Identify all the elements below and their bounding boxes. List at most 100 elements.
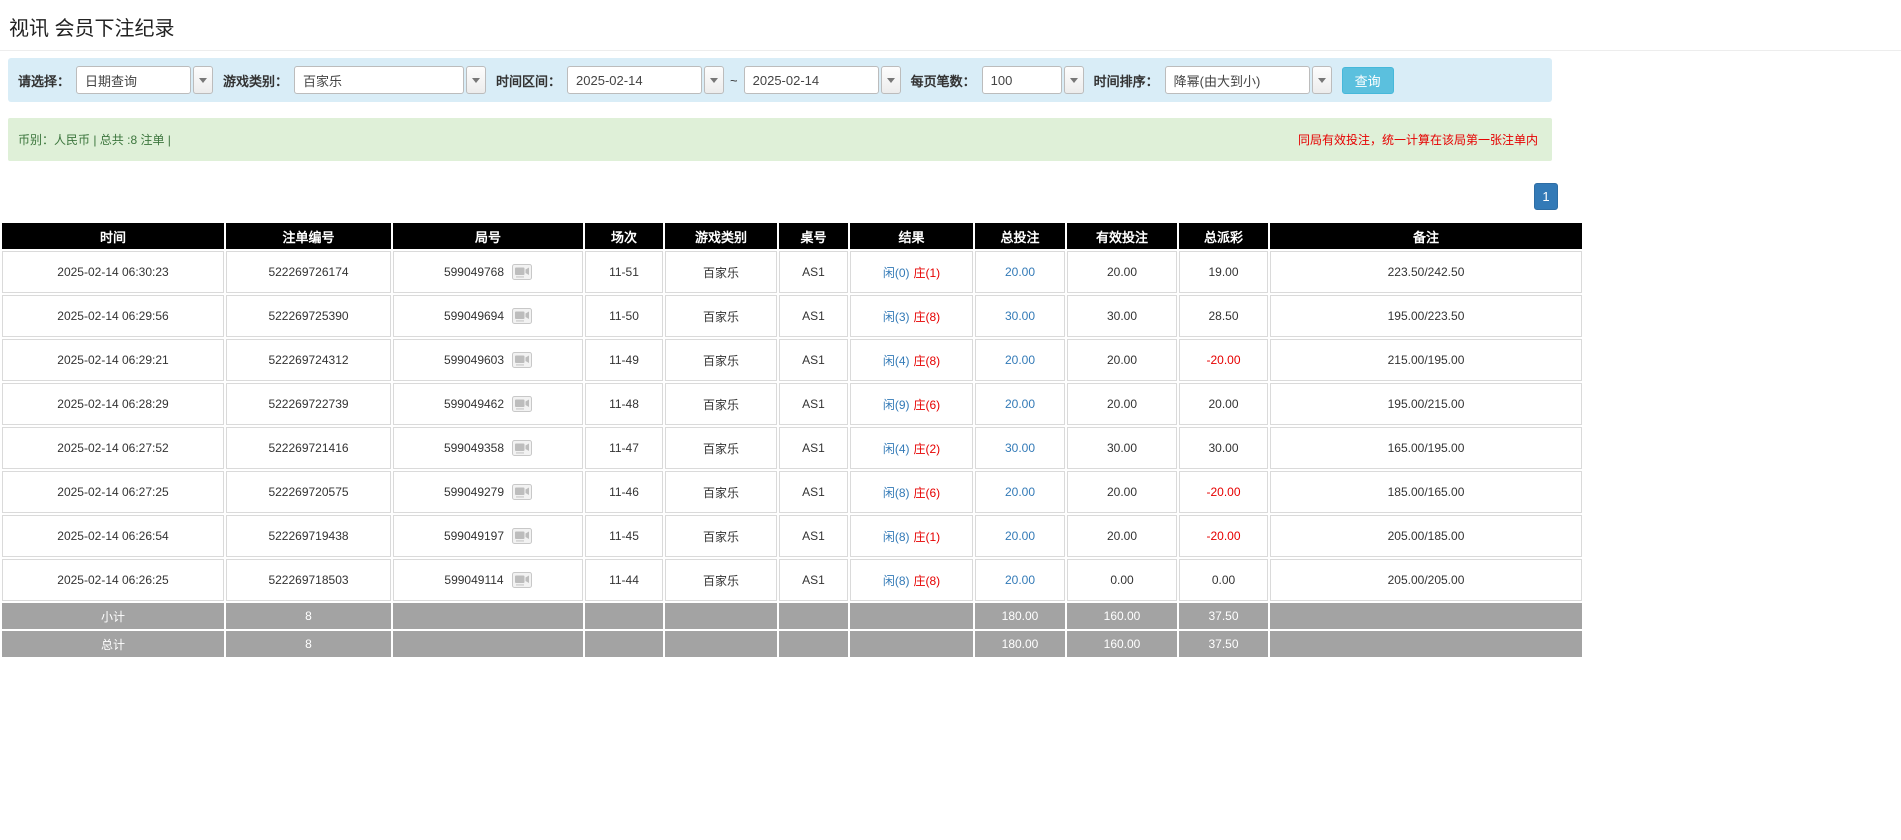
- video-replay-icon[interactable]: [511, 572, 532, 588]
- total-bet-link[interactable]: 20.00: [1005, 529, 1035, 543]
- currency-total-text: 币别：人民币 | 总共 :8 注单 |: [18, 133, 171, 147]
- date-from-dropdown-button[interactable]: [704, 66, 725, 94]
- cell-remark: 195.00/215.00: [1270, 383, 1582, 425]
- sort-input[interactable]: [1164, 66, 1310, 94]
- date-to-dropdown-button[interactable]: [880, 66, 901, 94]
- cell-bet-id: 522269721416: [226, 427, 391, 469]
- total-bet-link[interactable]: 30.00: [1005, 309, 1035, 323]
- cell-bet-id: 522269725390: [226, 295, 391, 337]
- round-id-text: 599049358: [443, 441, 505, 455]
- cell-round-id: 599049768: [393, 251, 583, 293]
- table-row: 2025-02-14 06:26:54 522269719438 5990491…: [2, 515, 1582, 557]
- cell-payout: 20.00: [1179, 383, 1268, 425]
- game-type-input[interactable]: [294, 66, 465, 94]
- video-replay-icon[interactable]: [512, 484, 533, 500]
- page-size-dropdown-button[interactable]: [1063, 66, 1084, 94]
- cell-time: 2025-02-14 06:29:56: [2, 295, 224, 337]
- result-banker: 庄(8): [913, 353, 941, 368]
- result-player: 闲(8): [882, 529, 910, 544]
- cell-session: 11-50: [585, 295, 663, 337]
- round-id-text: 599049114: [444, 573, 504, 587]
- cell-game-type: 百家乐: [665, 383, 777, 425]
- cell-round-id: 599049603: [393, 339, 583, 381]
- sort-dropdown-button[interactable]: [1311, 66, 1332, 94]
- video-replay-icon[interactable]: [512, 264, 533, 280]
- col-header-result: 结果: [850, 223, 973, 249]
- date-to-input[interactable]: [743, 66, 879, 94]
- empty-cell: [665, 603, 777, 629]
- result-banker: 庄(1): [913, 529, 941, 544]
- empty-cell: [850, 603, 973, 629]
- col-header-bet-id: 注单编号: [226, 223, 391, 249]
- query-type-input[interactable]: [76, 66, 192, 94]
- round-id-text: 599049279: [443, 485, 505, 499]
- result-player: 闲(4): [882, 353, 910, 368]
- cell-result: 闲(8) 庄(6): [850, 471, 973, 513]
- cell-total-bet: 30.00: [975, 295, 1065, 337]
- video-replay-icon[interactable]: [512, 396, 533, 412]
- subtotal-count: 8: [226, 603, 391, 629]
- cell-result: 闲(4) 庄(8): [850, 339, 973, 381]
- col-header-session: 场次: [585, 223, 663, 249]
- empty-cell: [665, 631, 777, 657]
- valid-bet-notice: 同局有效投注，统一计算在该局第一张注单内: [1297, 133, 1538, 147]
- search-button[interactable]: 查询: [1341, 66, 1394, 94]
- chevron-down-icon: [710, 77, 719, 83]
- total-row: 总计 8 180.00 160.00 37.50: [2, 631, 1582, 657]
- cell-valid-bet: 20.00: [1067, 471, 1177, 513]
- cell-payout: 19.00: [1179, 251, 1268, 293]
- cell-round-id: 599049358: [393, 427, 583, 469]
- video-replay-icon[interactable]: [512, 528, 533, 544]
- video-replay-icon[interactable]: [512, 308, 533, 324]
- result-player: 闲(8): [882, 485, 910, 500]
- cell-valid-bet: 30.00: [1067, 427, 1177, 469]
- table-header-row: 时间 注单编号 局号 场次 游戏类别 桌号 结果 总投注 有效投注 总派彩 备注: [2, 223, 1582, 249]
- empty-cell: [393, 631, 583, 657]
- cell-bet-id: 522269722739: [226, 383, 391, 425]
- page-size-input[interactable]: [981, 66, 1062, 94]
- cell-round-id: 599049279: [393, 471, 583, 513]
- total-bet-link[interactable]: 20.00: [1005, 573, 1035, 587]
- total-bet-link[interactable]: 20.00: [1005, 397, 1035, 411]
- result-player: 闲(4): [882, 441, 910, 456]
- total-bet-link[interactable]: 30.00: [1005, 441, 1035, 455]
- cell-time: 2025-02-14 06:29:21: [2, 339, 224, 381]
- content: 请选择： 游戏类别： 时间区间： ~ 每页笔数： 时间排序：: [0, 58, 1582, 659]
- table-row: 2025-02-14 06:29:56 522269725390 5990496…: [2, 295, 1582, 337]
- summary-bar: 币别：人民币 | 总共 :8 注单 | 同局有效投注，统一计算在该局第一张注单内: [8, 118, 1552, 161]
- query-type-dropdown-button[interactable]: [193, 66, 214, 94]
- cell-bet-id: 522269718503: [226, 559, 391, 601]
- video-replay-icon[interactable]: [512, 440, 533, 456]
- video-replay-icon[interactable]: [512, 352, 533, 368]
- total-bet-link[interactable]: 20.00: [1005, 353, 1035, 367]
- total-payout: 37.50: [1179, 631, 1268, 657]
- cell-session: 11-46: [585, 471, 663, 513]
- cell-total-bet: 20.00: [975, 559, 1065, 601]
- total-bet-link[interactable]: 20.00: [1005, 485, 1035, 499]
- col-header-remark: 备注: [1270, 223, 1582, 249]
- col-header-valid-bet: 有效投注: [1067, 223, 1177, 249]
- table-row: 2025-02-14 06:26:25 522269718503 5990491…: [2, 559, 1582, 601]
- cell-time: 2025-02-14 06:26:25: [2, 559, 224, 601]
- empty-cell: [393, 603, 583, 629]
- cell-remark: 185.00/165.00: [1270, 471, 1582, 513]
- total-bet-link[interactable]: 20.00: [1005, 265, 1035, 279]
- game-type-label: 游戏类别：: [223, 73, 289, 89]
- result-banker: 庄(8): [913, 573, 941, 588]
- chevron-down-icon: [1317, 77, 1326, 83]
- cell-result: 闲(4) 庄(2): [850, 427, 973, 469]
- date-from-input[interactable]: [567, 66, 703, 94]
- cell-time: 2025-02-14 06:27:52: [2, 427, 224, 469]
- cell-round-id: 599049462: [393, 383, 583, 425]
- total-count: 8: [226, 631, 391, 657]
- cell-payout: 30.00: [1179, 427, 1268, 469]
- result-banker: 庄(6): [913, 397, 941, 412]
- cell-time: 2025-02-14 06:30:23: [2, 251, 224, 293]
- game-type-dropdown-button[interactable]: [466, 66, 487, 94]
- cell-game-type: 百家乐: [665, 339, 777, 381]
- page-title: 视讯 会员下注纪录: [9, 18, 175, 40]
- cell-remark: 165.00/195.00: [1270, 427, 1582, 469]
- game-type-combo: [294, 66, 487, 94]
- chevron-down-icon: [199, 77, 208, 83]
- page-1-button[interactable]: 1: [1534, 183, 1558, 210]
